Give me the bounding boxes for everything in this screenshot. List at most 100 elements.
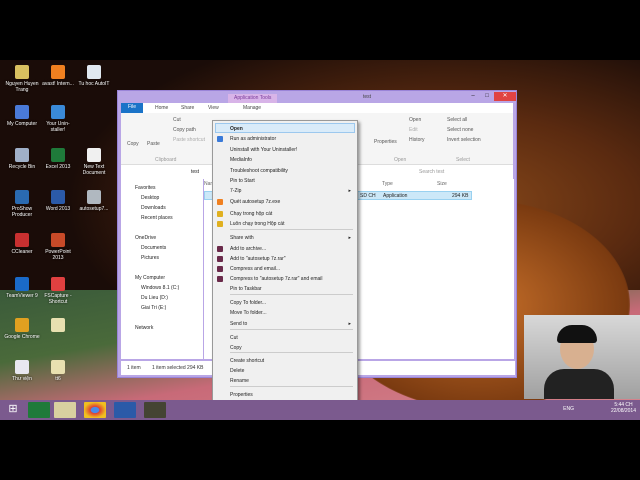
context-menu-item-copy-to-folder[interactable]: Copy To folder...: [230, 298, 355, 308]
desktop-icon-folder[interactable]: Nguyen Huyen Trang: [4, 65, 40, 93]
desktop-icon-proshow[interactable]: ProShow Producer: [4, 190, 40, 218]
maximize-button[interactable]: □: [480, 92, 494, 101]
tab-manage[interactable]: Manage: [243, 104, 261, 112]
context-menu-item-open[interactable]: Open: [215, 123, 355, 133]
nav-network[interactable]: Network: [135, 325, 153, 331]
context-menu-item-uninstall-with-your-uninstaller[interactable]: Uninstall with Your Uninstaller!: [230, 145, 355, 155]
desktop-icon-label: My Computer: [6, 121, 37, 127]
context-menu-item-lu-n-ch-y-trong-h-p-c-t[interactable]: Luôn chạy trong Hộp cát: [230, 219, 355, 229]
copy-button[interactable]: Copy: [127, 141, 139, 147]
desktop-icon-setup[interactable]: autosetup7...: [76, 190, 112, 212]
nav-drive-e[interactable]: Giai Tri (E:): [141, 305, 166, 311]
desktop-icon-ccleaner[interactable]: CCleaner: [4, 233, 40, 255]
tab-home[interactable]: Home: [155, 104, 168, 112]
desktop-icon-label: FSCapture - Shortcut: [44, 293, 72, 305]
menu-item-label: Delete: [230, 368, 245, 374]
menu-item-label: Troubleshoot compatibility: [230, 168, 288, 174]
tab-file[interactable]: File: [121, 103, 143, 113]
context-menu-item-troubleshoot-compatibility[interactable]: Troubleshoot compatibility: [230, 166, 355, 176]
taskbar-chrome-icon[interactable]: [84, 402, 106, 418]
nav-pictures[interactable]: Pictures: [141, 255, 159, 261]
language-indicator[interactable]: ENG: [563, 406, 574, 412]
taskbar-app-icon[interactable]: [28, 402, 50, 418]
desktop-icon-word[interactable]: Word 2013: [40, 190, 76, 212]
invert-selection-button[interactable]: Invert selection: [447, 137, 481, 143]
title-bar[interactable]: Application Tools test – □ ✕: [118, 91, 516, 103]
taskbar-word-icon[interactable]: [114, 402, 136, 418]
desktop-icon-uninstaller[interactable]: Your Unin-staller!: [40, 105, 76, 133]
open-button[interactable]: Open: [409, 117, 421, 123]
close-button[interactable]: ✕: [494, 92, 516, 101]
paste-shortcut-button[interactable]: Paste shortcut: [173, 137, 205, 143]
setup-icon: [87, 190, 101, 204]
context-menu-item-rename[interactable]: Rename: [230, 376, 355, 386]
submenu-arrow-icon: ▸: [348, 321, 351, 327]
archive-icon: [51, 360, 65, 374]
column-size[interactable]: Size: [437, 181, 447, 187]
column-type[interactable]: Type: [382, 181, 393, 187]
start-button-windows-icon[interactable]: ⊞: [2, 402, 24, 418]
desktop-icon-recycle-bin[interactable]: Recycle Bin: [4, 148, 40, 170]
desktop-icon-teamviewer[interactable]: TeamViewer 9: [4, 277, 40, 299]
desktop-icon-powerpoint[interactable]: PowerPoint 2013: [40, 233, 76, 261]
nav-favorites[interactable]: Favorites: [135, 185, 156, 191]
nav-drive-d[interactable]: Du Lieu (D:): [141, 295, 168, 301]
menu-separator: [230, 386, 353, 387]
properties-button[interactable]: Properties: [374, 139, 397, 145]
copy-path-button[interactable]: Copy path: [173, 127, 196, 133]
context-menu-item-send-to[interactable]: Send to ▸: [230, 319, 355, 329]
edit-button[interactable]: Edit: [409, 127, 418, 133]
select-none-button[interactable]: Select none: [447, 127, 473, 133]
nav-documents[interactable]: Documents: [141, 245, 166, 251]
desktop-icon-avast[interactable]: avast! Intern...: [40, 65, 76, 87]
tab-view[interactable]: View: [208, 104, 219, 112]
taskbar-file-explorer-icon[interactable]: [54, 402, 76, 418]
system-tray[interactable]: ENG 5:44 CH 22/08/2014: [563, 402, 636, 414]
context-menu-item-delete[interactable]: Delete: [230, 366, 355, 376]
context-menu-item-cut[interactable]: Cut: [230, 333, 355, 343]
context-menu-item-run-as-administrator[interactable]: Run as administrator: [230, 134, 355, 144]
cut-button[interactable]: Cut: [173, 117, 181, 123]
context-menu-item-qu-t-autosetup-7z-exe[interactable]: Quét autosetup 7z.exe: [230, 197, 355, 207]
desktop-icon-text-file[interactable]: New Text Document: [76, 148, 112, 176]
desktop-icon-library[interactable]: Thư viện: [4, 360, 40, 382]
select-all-button[interactable]: Select all: [447, 117, 467, 123]
nav-my-computer[interactable]: My Computer: [135, 275, 165, 281]
desktop-icon-archive[interactable]: [40, 318, 76, 334]
context-menu-item-7-zip[interactable]: 7-Zip ▸: [230, 186, 355, 196]
desktop-icon-fscapture[interactable]: FSCapture - Shortcut: [40, 277, 76, 305]
desktop-icon-document[interactable]: Tu hoc AutoIT: [76, 65, 112, 87]
ccleaner-icon: [15, 233, 29, 247]
context-menu-item-add-to-archive[interactable]: Add to archive...: [230, 244, 355, 254]
nav-downloads[interactable]: Downloads: [141, 205, 166, 211]
context-menu-item-mediainfo[interactable]: MediaInfo: [230, 155, 355, 165]
paste-button[interactable]: Paste: [147, 141, 160, 147]
avast-icon: [217, 199, 223, 205]
taskbar-app2-icon[interactable]: [144, 402, 166, 418]
menu-item-label: Add to archive...: [230, 246, 267, 252]
desktop-icon-chrome[interactable]: Google Chrome: [4, 318, 40, 340]
desktop-icon-computer[interactable]: My Computer: [4, 105, 40, 127]
minimize-button[interactable]: –: [466, 92, 480, 101]
context-menu-item-compress-and-email[interactable]: Compress and email...: [230, 264, 355, 274]
desktop-icon-archive[interactable]: tt6: [40, 360, 76, 382]
clock-date[interactable]: 22/08/2014: [611, 408, 636, 414]
context-menu-item-add-to-autosetup-7z-rar[interactable]: Add to "autosetup 7z.rar": [230, 254, 355, 264]
nav-drive-c[interactable]: Windows 8.1 (C:): [141, 285, 179, 291]
nav-onedrive[interactable]: OneDrive: [135, 235, 156, 241]
nav-recent-places[interactable]: Recent places: [141, 215, 173, 221]
context-menu-item-move-to-folder[interactable]: Move To folder...: [230, 308, 355, 318]
desktop-icon-excel[interactable]: Excel 2013: [40, 148, 76, 170]
search-input[interactable]: Search test: [419, 169, 444, 175]
history-button[interactable]: History: [409, 137, 425, 143]
context-menu-item-compress-to-autosetup-7z-rar-and-email[interactable]: Compress to "autosetup 7z.rar" and email: [230, 274, 355, 284]
context-menu-item-create-shortcut[interactable]: Create shortcut: [230, 356, 355, 366]
context-menu-item-properties[interactable]: Properties: [230, 390, 355, 400]
context-menu-item-pin-to-taskbar[interactable]: Pin to Taskbar: [230, 284, 355, 294]
context-menu-item-pin-to-start[interactable]: Pin to Start: [230, 176, 355, 186]
context-menu-item-ch-y-trong-h-p-c-t[interactable]: Chạy trong hộp cát: [230, 209, 355, 219]
nav-desktop[interactable]: Desktop: [141, 195, 159, 201]
menu-item-label: Run as administrator: [230, 136, 277, 142]
context-menu-item-share-with[interactable]: Share with ▸: [230, 233, 355, 243]
tab-share[interactable]: Share: [181, 104, 194, 112]
